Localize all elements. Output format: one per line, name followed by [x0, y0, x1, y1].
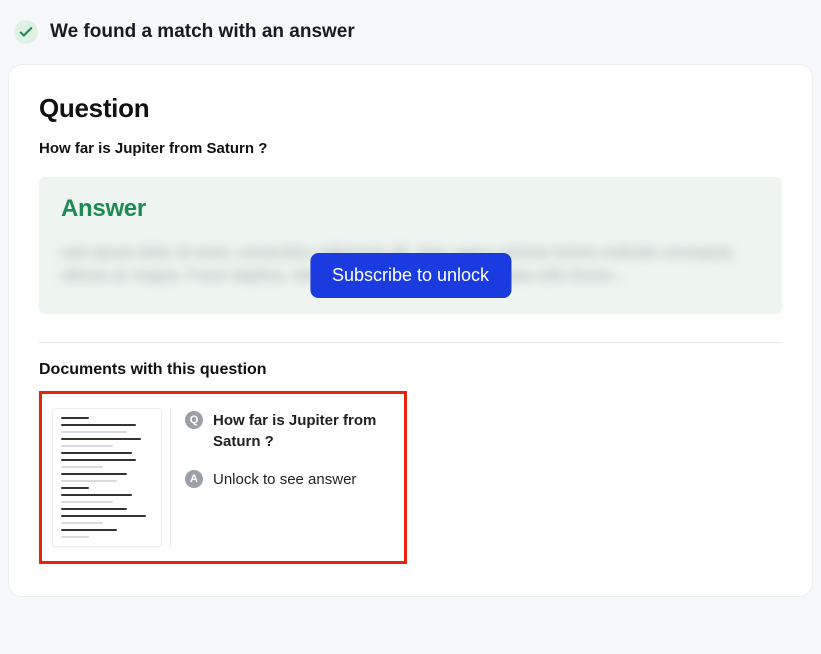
doc-answer-text: Unlock to see answer: [213, 469, 356, 491]
documents-heading: Documents with this question: [39, 361, 782, 379]
answer-box: Answer nam ipsum dolor sit amet, consect…: [39, 177, 782, 314]
check-icon: [14, 20, 38, 44]
qa-card: Question How far is Jupiter from Saturn …: [8, 64, 813, 597]
doc-answer-row: A Unlock to see answer: [185, 469, 390, 491]
match-banner: We found a match with an answer: [14, 20, 807, 44]
a-badge-icon: A: [185, 470, 203, 488]
q-badge-icon: Q: [185, 411, 203, 429]
doc-question-row: Q How far is Jupiter from Saturn ?: [185, 410, 390, 454]
answer-heading: Answer: [61, 195, 760, 223]
subscribe-button[interactable]: Subscribe to unlock: [310, 253, 511, 298]
banner-text: We found a match with an answer: [50, 21, 355, 43]
doc-question-text: How far is Jupiter from Saturn ?: [213, 410, 390, 454]
question-heading: Question: [39, 93, 782, 124]
divider: [39, 342, 782, 343]
document-body: Q How far is Jupiter from Saturn ? A Unl…: [170, 408, 394, 547]
document-thumbnail: [52, 408, 162, 547]
question-text: How far is Jupiter from Saturn ?: [39, 140, 782, 157]
document-card[interactable]: Q How far is Jupiter from Saturn ? A Unl…: [39, 391, 407, 564]
